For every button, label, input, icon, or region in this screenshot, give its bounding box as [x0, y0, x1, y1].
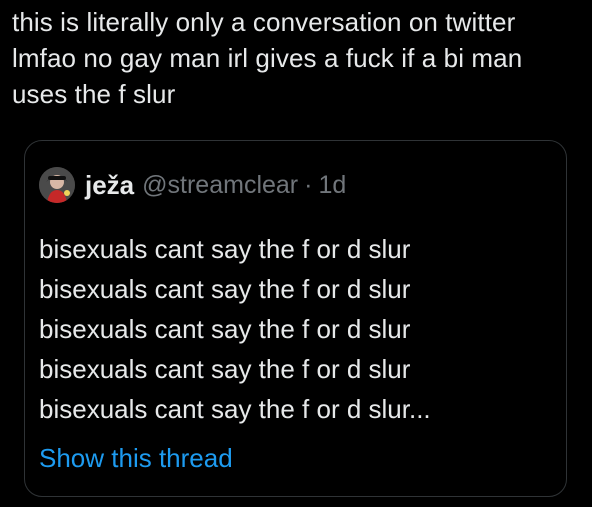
avatar[interactable] — [39, 167, 75, 203]
quoted-author-handle[interactable]: @streamclear — [142, 171, 298, 200]
quoted-author-name[interactable]: ježa — [85, 170, 134, 201]
quoted-tweet-line: bisexuals cant say the f or d slur — [39, 274, 411, 304]
quoted-tweet-time[interactable]: 1d — [318, 171, 346, 200]
avatar-icon — [39, 167, 75, 203]
quoted-tweet-line: bisexuals cant say the f or d slur — [39, 314, 411, 344]
quoted-tweet-card[interactable]: ježa @streamclear · 1d bisexuals cant sa… — [24, 140, 567, 497]
quoted-tweet-line: bisexuals cant say the f or d slur — [39, 354, 411, 384]
quoted-tweet-header: ježa @streamclear · 1d — [39, 165, 346, 205]
tweet-text: this is literally only a conversation on… — [12, 7, 530, 109]
quoted-tweet-line: bisexuals cant say the f or d slur... — [39, 394, 431, 424]
quoted-tweet-text: bisexuals cant say the f or d slur bisex… — [39, 229, 554, 429]
quoted-tweet-line: bisexuals cant say the f or d slur — [39, 234, 411, 264]
metadata-separator: · — [304, 170, 313, 199]
show-thread-link[interactable]: Show this thread — [39, 440, 233, 476]
